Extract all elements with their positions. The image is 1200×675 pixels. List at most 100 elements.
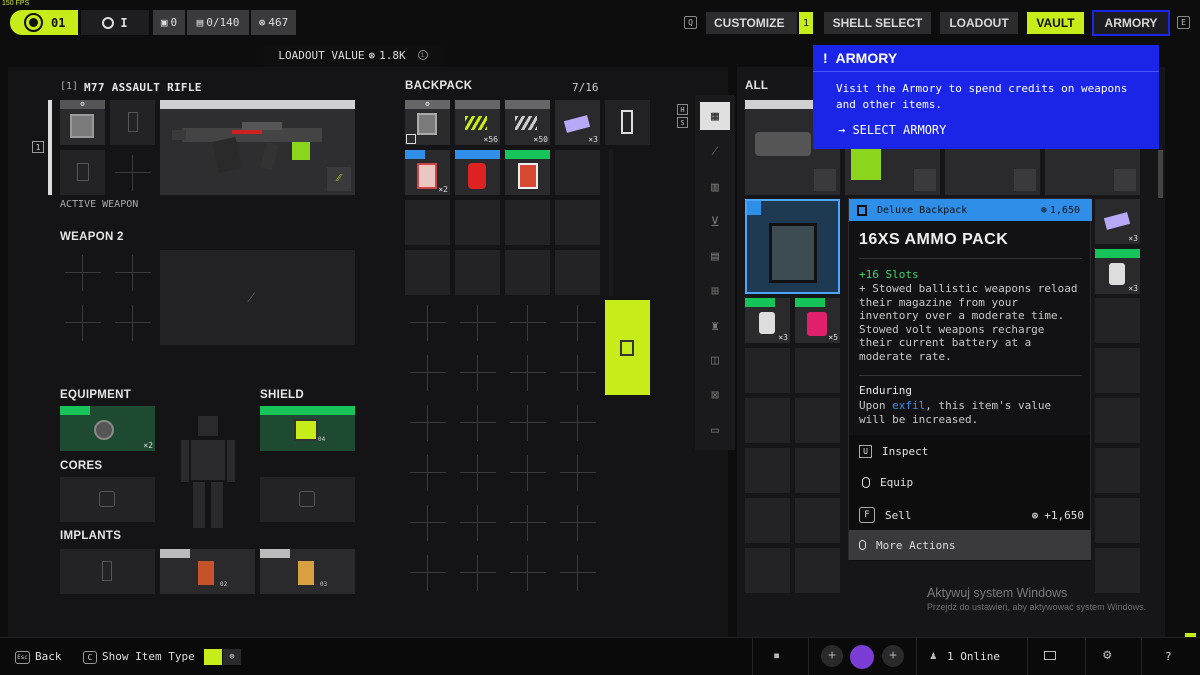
vault-slot-empty[interactable] (1095, 348, 1140, 393)
vault-slot-empty[interactable] (1095, 448, 1140, 493)
more-actions-button[interactable]: More Actions (849, 530, 1091, 560)
settings-gear-icon[interactable]: ⚙ (1103, 647, 1111, 663)
category-ammo-icon[interactable]: ▤ (700, 242, 730, 270)
backpack-slot-empty[interactable] (405, 200, 450, 245)
vault-item-pink-stim[interactable]: ×5 (795, 298, 840, 343)
backpack-slot-empty[interactable] (555, 150, 600, 195)
vault-slot-empty[interactable] (1095, 398, 1140, 443)
loadout-button[interactable]: LOADOUT (940, 12, 1018, 34)
backpack-item-1[interactable]: ⚙ (405, 100, 450, 145)
core-slot-2[interactable] (260, 477, 355, 522)
shell-select-button[interactable]: SHELL SELECT (824, 12, 931, 34)
armory-popup: ! ARMORY Visit the Armory to spend credi… (813, 45, 1159, 149)
party-add-left-icon[interactable]: + (821, 645, 843, 667)
vault-scrollbar[interactable] (1158, 150, 1163, 198)
party-add-right-icon[interactable]: + (882, 645, 904, 667)
shell-body-icon (621, 110, 633, 134)
help-button[interactable]: ? (1165, 650, 1172, 663)
player-level-chip[interactable]: 01 (10, 10, 78, 35)
vault-item-volt[interactable]: ×3 (1095, 199, 1140, 244)
backpack-slot-empty[interactable] (505, 250, 550, 295)
player-avatar[interactable] (850, 645, 874, 669)
back-button[interactable]: Back (35, 650, 62, 663)
category-implants-icon[interactable]: ♜ (700, 312, 730, 340)
weapon1-mod-slot-4[interactable] (110, 150, 155, 195)
rank-chip[interactable]: I (81, 10, 149, 35)
equipment-slot[interactable]: ×2 (60, 406, 155, 451)
backpack-slot-empty[interactable] (455, 250, 500, 295)
vault-slot-empty[interactable] (795, 498, 840, 543)
customize-button[interactable]: CUSTOMIZE (706, 12, 797, 34)
category-salvage-icon[interactable]: ⊠ (700, 381, 730, 409)
vault-slot-empty[interactable] (1095, 298, 1140, 343)
vault-slot-empty[interactable] (745, 498, 790, 543)
vault-item-light-ammo[interactable]: ×3 (745, 298, 790, 343)
vault-slot-empty[interactable] (1095, 498, 1140, 543)
online-count[interactable]: 1 Online (947, 650, 1000, 663)
exfil-link[interactable]: exfil (892, 399, 925, 412)
core-slot-1[interactable] (60, 477, 155, 522)
backpack-equip-target[interactable] (605, 300, 650, 395)
backpack-slot-empty[interactable] (455, 200, 500, 245)
weapon2-mod-slot-2[interactable] (115, 255, 151, 291)
vault-slot-empty[interactable] (795, 448, 840, 493)
weapon1-mod-slot-1[interactable]: ⚙ (60, 100, 105, 145)
chat-icon[interactable]: ▪ (773, 648, 780, 662)
vault-item-canister[interactable]: ×3 (1095, 249, 1140, 294)
repair-kit-icon (518, 163, 538, 189)
equip-action[interactable]: Equip (859, 476, 913, 489)
vault-slot-empty[interactable] (745, 398, 790, 443)
mail-icon[interactable] (1044, 651, 1056, 660)
vault-slot-empty[interactable] (795, 548, 840, 593)
vault-slot-empty[interactable] (745, 548, 790, 593)
consumable-tag (405, 150, 425, 159)
backpack-slot-empty[interactable] (405, 250, 450, 295)
shield-slot[interactable]: 04 (260, 406, 355, 451)
inspect-action[interactable]: U Inspect (859, 445, 928, 458)
show-item-type-toggle[interactable]: Show Item Type (102, 650, 195, 663)
backpack-slot-empty[interactable] (555, 200, 600, 245)
implant-slot-3[interactable]: 03 (260, 549, 355, 594)
info-icon[interactable]: i (417, 50, 428, 60)
backpack-item-4[interactable]: ×3 (555, 100, 600, 145)
implant-slot-2[interactable]: 02 (160, 549, 255, 594)
weapon1-image-slot[interactable]: ⁄⁄ (160, 100, 355, 195)
vault-slot-empty[interactable] (795, 348, 840, 393)
backpack-item-3[interactable]: ×50 (505, 100, 550, 145)
backpack-item-7[interactable] (505, 150, 550, 195)
backpack-preview-slot[interactable] (605, 100, 650, 145)
vault-button[interactable]: VAULT (1027, 12, 1084, 34)
weapon1-mod-slot-3[interactable] (60, 150, 105, 195)
fps-counter: 150 FPS (2, 0, 30, 7)
select-armory-link[interactable]: → SELECT ARMORY (838, 123, 946, 137)
category-consumables-icon[interactable]: ▥ (700, 173, 730, 201)
category-equipment-icon[interactable]: ⊻ (700, 208, 730, 236)
category-all-icon[interactable]: ▦ (700, 102, 730, 130)
weapon1-mod-slot-2[interactable] (110, 100, 155, 145)
vault-slot-empty[interactable] (745, 448, 790, 493)
weapon2-mod-slot-1[interactable] (65, 255, 101, 291)
item-tooltip: Deluxe Backpack ⊛ 1,650 16XS AMMO PACK +… (848, 198, 1092, 561)
category-weapons-icon[interactable]: ⁄ (700, 137, 730, 165)
backpack-slot-empty[interactable] (505, 200, 550, 245)
weapon2-image-slot[interactable]: ⁄ (160, 250, 355, 345)
backpack-slot-empty[interactable] (555, 250, 600, 295)
weapon2-mod-slot-4[interactable] (115, 305, 151, 341)
backpack-item-5[interactable]: ×2 (405, 150, 450, 195)
backpack-item-6[interactable] (455, 150, 500, 195)
locked-slot (510, 355, 546, 391)
vault-slot-empty[interactable] (795, 398, 840, 443)
friends-icon[interactable]: ♟ (930, 649, 937, 662)
armory-button[interactable]: ARMORY (1092, 10, 1170, 36)
sell-action[interactable]: F Sell ⊛ +1,650 (859, 507, 1084, 523)
backpack-item-2[interactable]: ×56 (455, 100, 500, 145)
category-cores-icon[interactable]: ◫ (700, 346, 730, 374)
vault-slot-empty[interactable] (1095, 548, 1140, 593)
category-keys-icon[interactable]: ▭ (700, 416, 730, 444)
implant-slot-1[interactable] (60, 549, 155, 594)
equipment-title: EQUIPMENT (60, 389, 132, 401)
weapon2-mod-slot-3[interactable] (65, 305, 101, 341)
vault-item-selected-backpack[interactable] (745, 199, 840, 294)
vault-slot-empty[interactable] (745, 348, 790, 393)
category-mods-icon[interactable]: ⊞ (700, 277, 730, 305)
